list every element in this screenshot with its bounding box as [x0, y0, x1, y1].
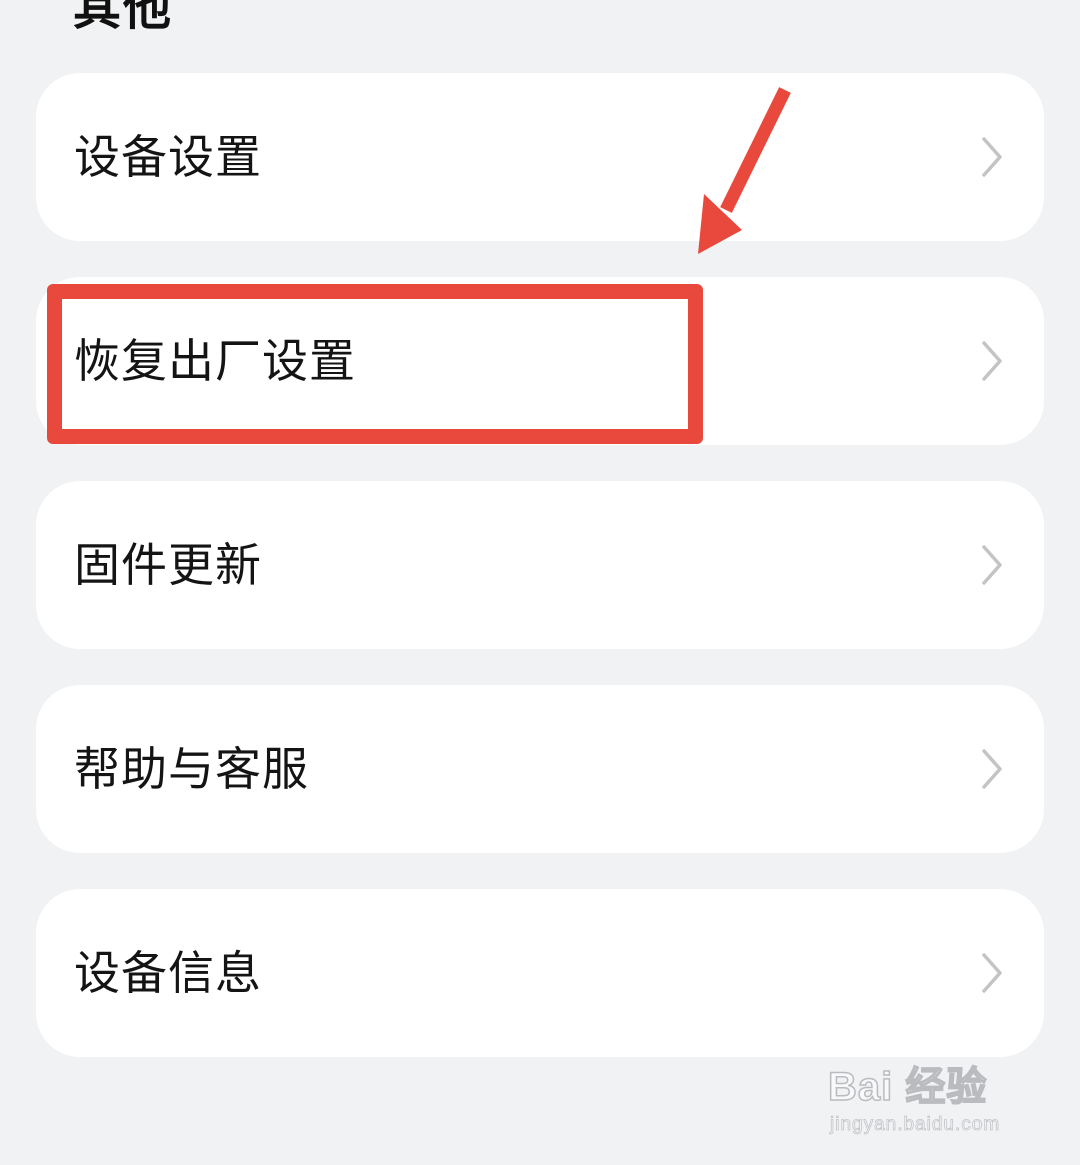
- chevron-right-icon: [982, 341, 1002, 381]
- menu-item-label: 设备信息: [74, 946, 262, 1000]
- menu-item-label: 恢复出厂设置: [74, 334, 356, 388]
- watermark-brand: Bai 经验: [827, 1064, 988, 1110]
- menu-item-firmware-update[interactable]: 固件更新: [36, 481, 1044, 649]
- menu-item-help-support[interactable]: 帮助与客服: [36, 685, 1044, 853]
- menu-item-device-settings[interactable]: 设备设置: [36, 73, 1044, 241]
- section-title: 其他: [73, 0, 174, 36]
- menu-item-factory-reset[interactable]: 恢复出厂设置: [36, 277, 1044, 445]
- menu-item-label: 设备设置: [74, 130, 262, 184]
- chevron-right-icon: [982, 953, 1002, 993]
- menu-item-device-info[interactable]: 设备信息: [36, 889, 1044, 1057]
- watermark-url: jingyan.baidu.com: [830, 1114, 1001, 1136]
- menu-item-label: 固件更新: [74, 538, 262, 592]
- chevron-right-icon: [982, 137, 1002, 177]
- chevron-right-icon: [982, 749, 1002, 789]
- menu-item-label: 帮助与客服: [74, 742, 309, 796]
- watermark: Bai 经验 jingyan.baidu.com: [827, 1046, 1028, 1146]
- chevron-right-icon: [982, 545, 1002, 585]
